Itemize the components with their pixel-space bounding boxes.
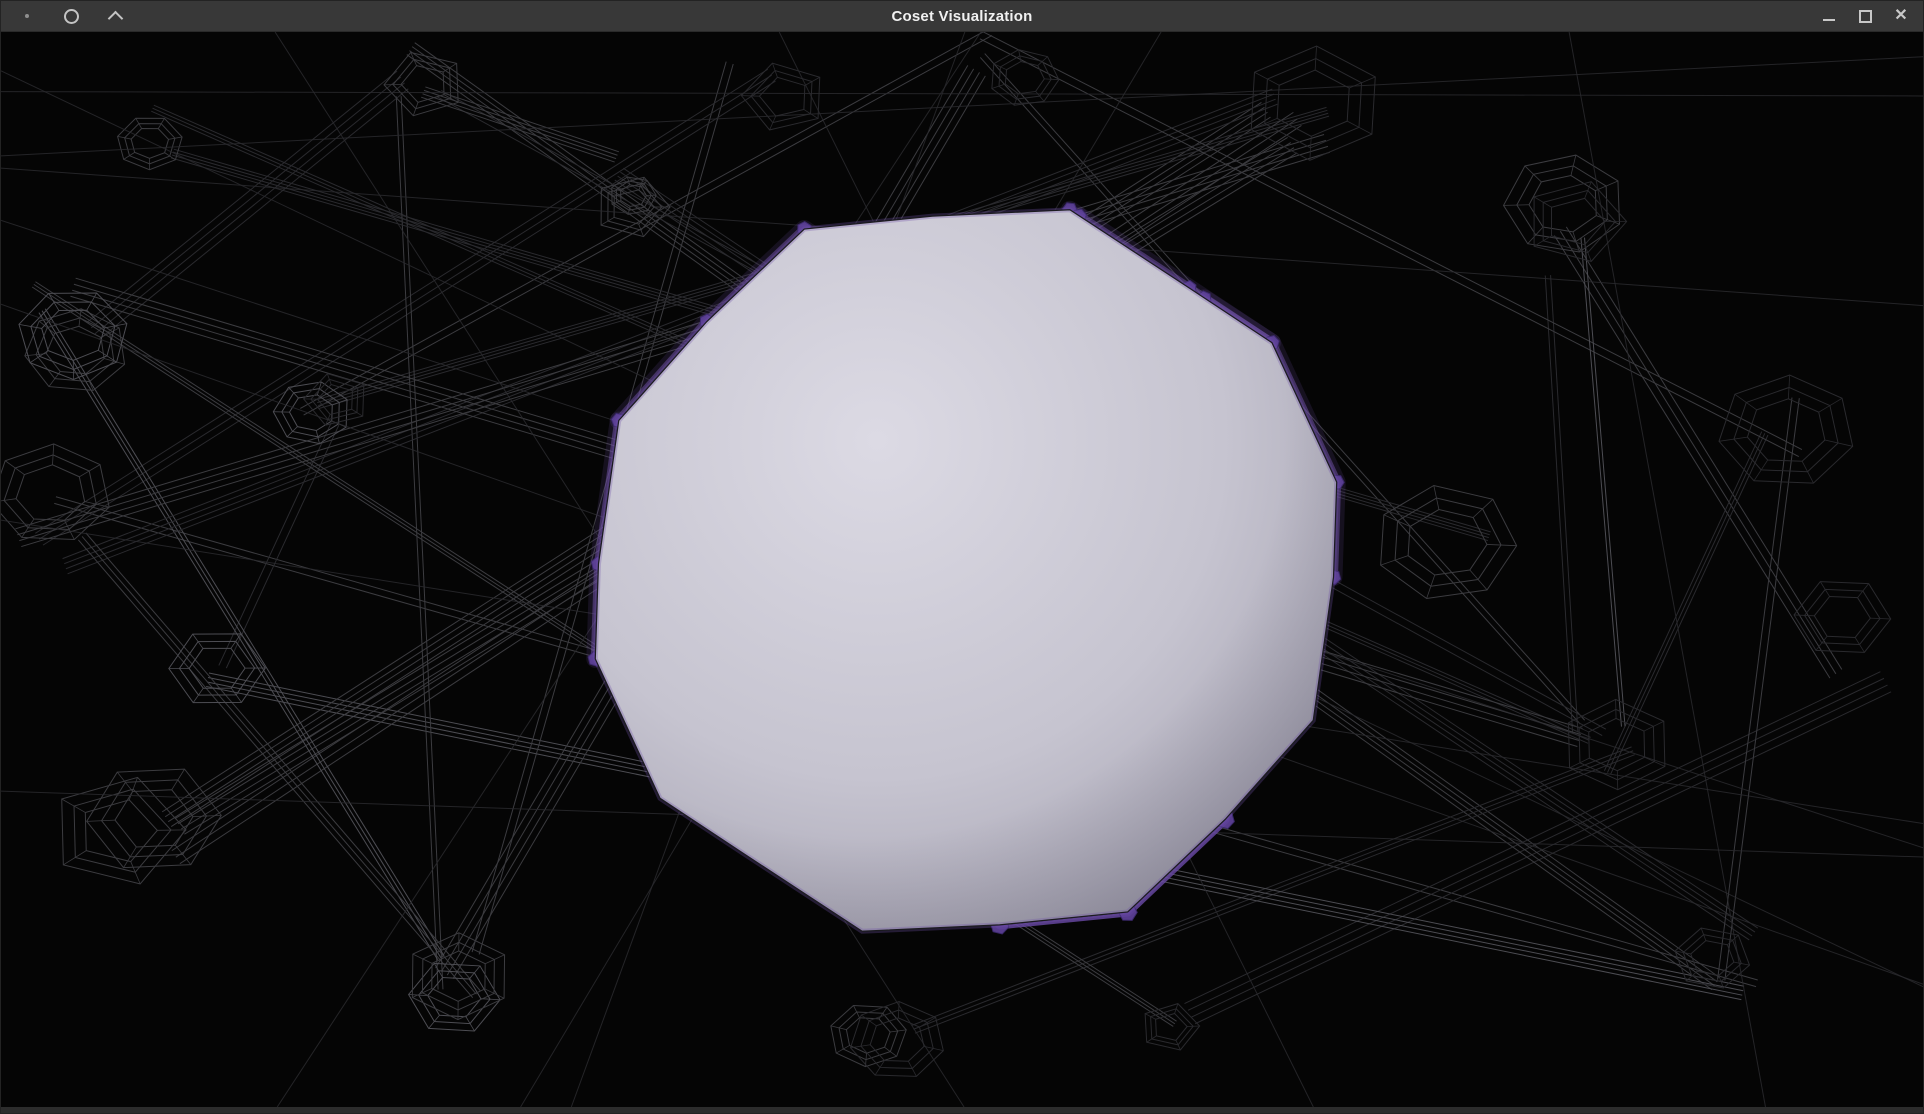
window-title: Coset Visualization: [1, 8, 1923, 25]
app-dot-icon: [25, 14, 29, 18]
minimize-icon: [1823, 19, 1835, 21]
maximize-button[interactable]: [1853, 4, 1877, 28]
chevron-up-icon: [107, 11, 123, 27]
titlebar[interactable]: Coset Visualization ✕: [1, 1, 1923, 32]
coset-polytope: [504, 128, 1410, 1072]
titlebar-left-icons: [1, 4, 127, 28]
close-button[interactable]: ✕: [1889, 4, 1913, 28]
maximize-icon: [1859, 10, 1872, 23]
record-circle-button[interactable]: [59, 4, 83, 28]
app-menu-button[interactable]: [15, 4, 39, 28]
window-controls: ✕: [1817, 4, 1923, 28]
close-icon: ✕: [1894, 8, 1907, 24]
record-circle-icon: [64, 9, 79, 24]
app-window: Coset Visualization ✕: [0, 0, 1924, 1114]
minimize-button[interactable]: [1817, 4, 1841, 28]
expand-button[interactable]: [103, 4, 127, 28]
viewport: [1, 32, 1923, 1107]
window-bottom-edge: [1, 1107, 1923, 1113]
viewport-canvas[interactable]: [1, 32, 1923, 1107]
